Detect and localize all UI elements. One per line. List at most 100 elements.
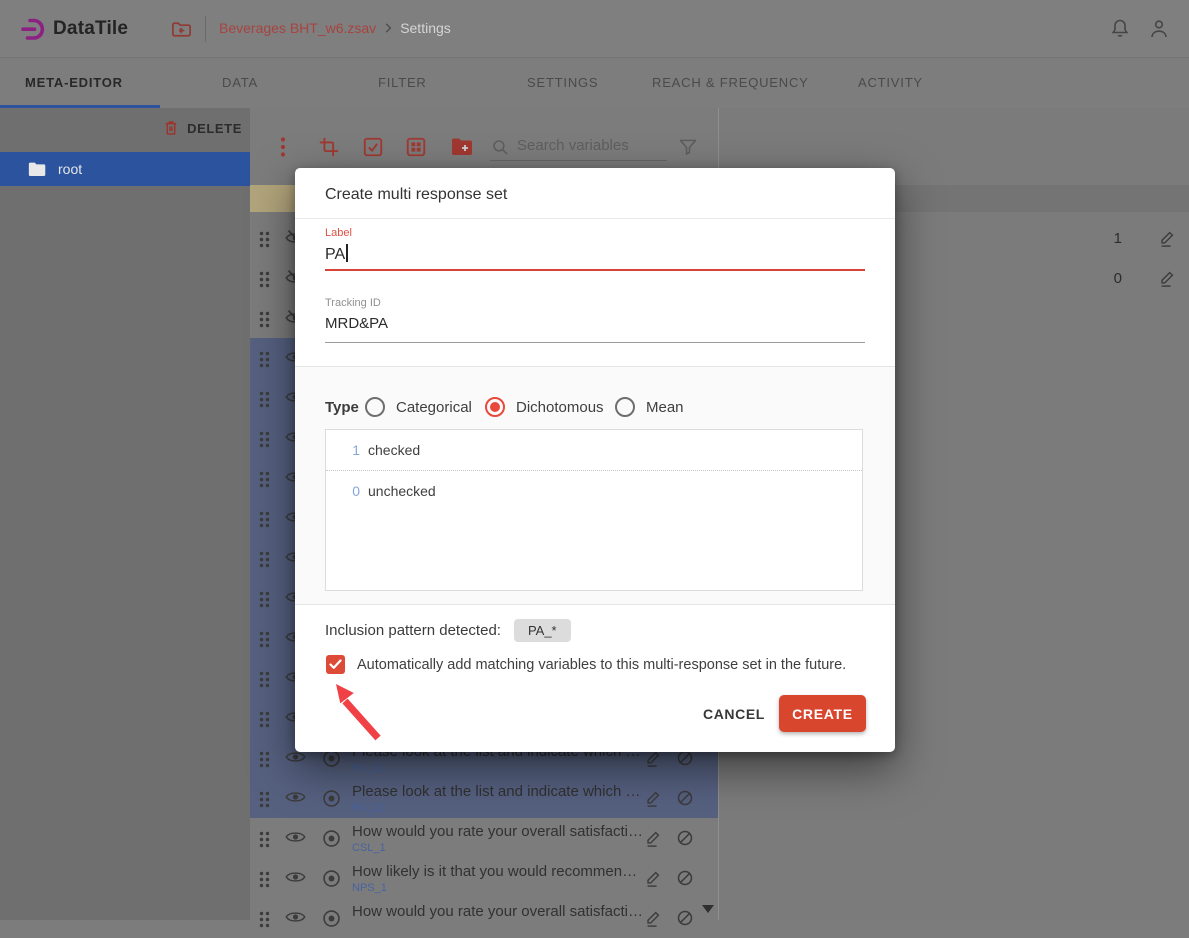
delete-label: DELETE: [187, 121, 242, 136]
tab-settings[interactable]: SETTINGS: [527, 58, 598, 108]
drag-handle-icon: [258, 831, 271, 848]
single-response-icon: [321, 788, 342, 809]
value-code-row[interactable]: 0 unchecked: [326, 470, 862, 510]
value-code: 0: [1114, 270, 1122, 287]
value-label: checked: [368, 442, 420, 458]
value-code-row[interactable]: 1 checked: [326, 430, 862, 470]
variable-label: How likely is it that you would recommen…: [352, 863, 644, 880]
account-person-icon[interactable]: [1147, 17, 1171, 41]
label-field-caption: Label: [325, 227, 352, 239]
drag-handle-icon: [258, 471, 271, 488]
folder-sidebar: DELETE root: [0, 108, 250, 920]
variable-label: How would you rate your overall satisfac…: [352, 903, 644, 920]
single-response-icon: [321, 828, 342, 849]
drag-handle-icon: [258, 591, 271, 608]
value-code: 1: [348, 442, 360, 458]
empty-set-icon: [676, 789, 694, 807]
breadcrumb: Beverages BHT_w6.zsav Settings: [219, 20, 451, 36]
eye-icon: [285, 869, 306, 885]
auto-add-row: Automatically add matching variables to …: [326, 655, 846, 674]
type-radio-categorical[interactable]: Categorical: [365, 397, 472, 417]
edit-pencil-icon: [1158, 268, 1176, 288]
inclusion-pattern-row: Inclusion pattern detected: PA_*: [325, 618, 571, 642]
create-multi-response-set-dialog: Create multi response set Label PA Track…: [295, 168, 895, 752]
variable-label: Please look at the list and indicate whi…: [352, 783, 644, 800]
variable-code: PA_12: [352, 802, 644, 814]
tab-reach-frequency[interactable]: REACH & FREQUENCY: [652, 58, 809, 108]
type-radio-dichotomous[interactable]: Dichotomous: [485, 397, 604, 417]
drag-handle-icon: [258, 711, 271, 728]
dialog-title: Create multi response set: [325, 186, 507, 204]
variable-code: CSL_1: [352, 842, 644, 854]
drag-handle-icon: [258, 271, 271, 288]
select-all-checkbox-icon[interactable]: [362, 136, 384, 158]
header-divider: [205, 16, 206, 42]
label-field-underline: [325, 269, 865, 271]
variable-code: PA_11: [352, 762, 644, 774]
inclusion-pattern-text: Inclusion pattern detected:: [325, 622, 501, 639]
create-button[interactable]: CREATE: [779, 695, 866, 732]
root-folder-label: root: [58, 161, 82, 177]
tracking-id-input[interactable]: MRD&PA: [325, 315, 388, 332]
type-radio-mean[interactable]: Mean: [615, 397, 684, 417]
drag-handle-icon: [258, 671, 271, 688]
crop-select-icon[interactable]: [318, 136, 340, 158]
edit-pencil-icon: [1158, 228, 1176, 248]
tab-activity[interactable]: ACTIVITY: [858, 58, 923, 108]
drag-handle-icon: [258, 871, 271, 888]
eye-icon: [285, 909, 306, 925]
value-codes-listbox: 1 checked 0 unchecked: [325, 429, 863, 591]
trash-icon: [162, 119, 180, 137]
new-folder-icon[interactable]: [450, 136, 474, 158]
radio-checked-icon[interactable]: [485, 397, 505, 417]
search-variables-input[interactable]: [517, 132, 665, 158]
value-code: 0: [348, 483, 360, 499]
app-header: DataTile Beverages BHT_w6.zsav Settings: [0, 0, 1189, 58]
filter-funnel-icon[interactable]: [678, 137, 698, 157]
app-title: DataTile: [53, 18, 128, 40]
grid-view-icon[interactable]: [405, 136, 427, 158]
value-label: unchecked: [368, 483, 436, 499]
search-icon: [491, 138, 510, 157]
tracking-id-caption: Tracking ID: [325, 297, 381, 309]
radio-unchecked-icon[interactable]: [365, 397, 385, 417]
drag-handle-icon: [258, 311, 271, 328]
tab-data[interactable]: DATA: [222, 58, 258, 108]
drag-handle-icon: [258, 511, 271, 528]
drag-handle-icon: [258, 631, 271, 648]
drag-handle-icon: [258, 231, 271, 248]
open-project-icon[interactable]: [170, 18, 193, 41]
variable-label: How would you rate your overall satisfac…: [352, 823, 644, 840]
label-field-input[interactable]: PA: [325, 244, 348, 264]
eye-icon: [285, 789, 306, 805]
drag-handle-icon: [258, 791, 271, 808]
empty-set-icon: [676, 829, 694, 847]
search-underline: [490, 160, 667, 161]
empty-set-icon: [676, 869, 694, 887]
tab-filter[interactable]: FILTER: [378, 58, 427, 108]
app-logo: DataTile: [20, 16, 128, 42]
sidebar-item-root[interactable]: root: [0, 152, 250, 186]
radio-unchecked-icon[interactable]: [615, 397, 635, 417]
scroll-down-arrow[interactable]: [702, 905, 714, 913]
variable-row-nps_1[interactable]: How likely is it that you would recommen…: [250, 858, 718, 898]
variable-row-csl_1[interactable]: How would you rate your overall satisfac…: [250, 818, 718, 858]
empty-set-icon: [676, 909, 694, 927]
variable-row[interactable]: How would you rate your overall satisfac…: [250, 898, 718, 938]
folder-icon: [28, 161, 47, 178]
variable-row-pa_12[interactable]: Please look at the list and indicate whi…: [250, 778, 718, 818]
single-response-icon: [321, 908, 342, 929]
delete-button[interactable]: DELETE: [162, 119, 242, 137]
cancel-button[interactable]: CANCEL: [703, 700, 765, 728]
inclusion-pattern-chip: PA_*: [514, 619, 571, 642]
tracking-id-underline: [325, 342, 865, 343]
main-tabbar: META-EDITOR DATA FILTER SETTINGS REACH & FRE…: [0, 58, 1189, 108]
breadcrumb-section: Settings: [400, 20, 451, 36]
breadcrumb-project[interactable]: Beverages BHT_w6.zsav: [219, 20, 376, 36]
type-label: Type: [325, 399, 359, 416]
more-options-kebab-icon[interactable]: [277, 136, 289, 158]
tab-meta-editor[interactable]: META-EDITOR: [25, 58, 123, 108]
datatile-logo-icon: [20, 16, 46, 42]
edit-pencil-icon: [644, 828, 662, 848]
notifications-bell-icon[interactable]: [1108, 17, 1132, 41]
